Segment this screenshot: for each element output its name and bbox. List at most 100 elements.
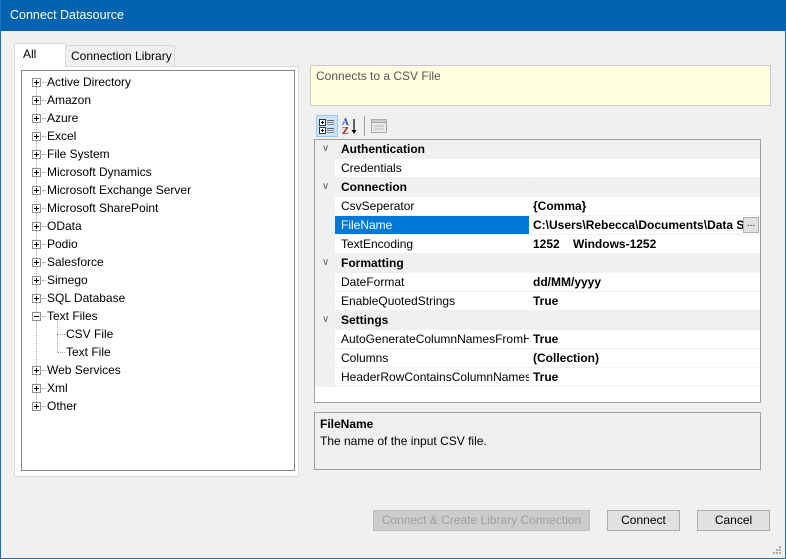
property-grid[interactable]: ∨ Authentication Credentials ∨ Connection Csv… <box>314 139 761 403</box>
sort-alphabetical-icon: A Z <box>341 118 357 137</box>
expand-icon[interactable] <box>32 402 41 411</box>
property-value-text: {Comma} <box>533 199 587 213</box>
tree-item[interactable]: Excel <box>22 127 292 145</box>
tree-connector <box>42 316 46 317</box>
expand-icon[interactable] <box>32 204 41 213</box>
property-pages-icon <box>371 119 387 133</box>
tab-all[interactable]: All <box>14 43 66 67</box>
expand-icon[interactable] <box>32 240 41 249</box>
property-value[interactable]: True <box>530 330 760 349</box>
tree-item[interactable]: Web Services <box>22 361 292 379</box>
expand-icon[interactable] <box>32 366 41 375</box>
property-category[interactable]: ∨ Settings <box>315 311 760 330</box>
property-row[interactable]: AutoGenerateColumnNamesFromHeader True <box>315 330 760 349</box>
property-value[interactable]: {Comma} <box>530 197 760 216</box>
svg-text:Z: Z <box>342 127 349 137</box>
property-pages-button[interactable] <box>368 115 390 137</box>
property-category[interactable]: ∨ Authentication <box>315 140 760 159</box>
property-row[interactable]: Columns (Collection) <box>315 349 760 368</box>
property-name[interactable]: CsvSeperator <box>315 197 529 216</box>
property-category[interactable]: ∨ Formatting <box>315 254 760 273</box>
tree-item[interactable]: Salesforce <box>22 253 292 271</box>
property-row[interactable]: Credentials <box>315 159 760 178</box>
chevron-down-icon[interactable]: ∨ <box>322 311 329 329</box>
expand-icon[interactable] <box>32 276 41 285</box>
tree-item-label: SQL Database <box>47 291 126 305</box>
tree-connector <box>57 352 65 353</box>
property-value[interactable]: (Collection) <box>530 349 760 368</box>
tree-connector <box>42 370 46 371</box>
property-name[interactable]: HeaderRowContainsColumnNames <box>315 368 529 387</box>
tree-item[interactable]: Text Files <box>22 307 292 325</box>
connect-datasource-dialog: Connect Datasource All Connection Librar… <box>0 0 786 559</box>
property-name[interactable]: EnableQuotedStrings <box>315 292 529 311</box>
property-value[interactable]: True <box>530 368 760 387</box>
tree-item[interactable]: SQL Database <box>22 289 292 307</box>
property-row[interactable]: DateFormat dd/MM/yyyy <box>315 273 760 292</box>
tree-item[interactable]: OData <box>22 217 292 235</box>
tree-child-item[interactable]: CSV File <box>22 325 292 343</box>
tree-item-label: Web Services <box>47 363 121 377</box>
property-help-panel: FileName The name of the input CSV file. <box>314 412 761 470</box>
tree-child-label: Text File <box>66 345 111 359</box>
property-value[interactable]: True <box>530 292 760 311</box>
property-gutter <box>315 159 335 178</box>
tree-item[interactable]: Podio <box>22 235 292 253</box>
property-value[interactable]: dd/MM/yyyy <box>530 273 760 292</box>
property-row[interactable]: TextEncoding 1252 Windows-1252 <box>315 235 760 254</box>
tree-item[interactable]: Active Directory <box>22 73 292 91</box>
datasource-tree[interactable]: Active Directory Amazon Azure Excel File Sys… <box>21 70 295 471</box>
expand-icon[interactable] <box>32 114 41 123</box>
tree-item[interactable]: Microsoft Exchange Server <box>22 181 292 199</box>
expand-icon[interactable] <box>32 384 41 393</box>
expand-icon[interactable] <box>32 168 41 177</box>
property-name[interactable]: TextEncoding <box>315 235 529 254</box>
property-value[interactable]: 1252 Windows-1252 <box>530 235 760 254</box>
tree-item[interactable]: Simego <box>22 271 292 289</box>
property-row[interactable]: FileName C:\Users\Rebecca\Documents\Data … <box>315 216 760 235</box>
property-row[interactable]: EnableQuotedStrings True <box>315 292 760 311</box>
tree-item[interactable]: Microsoft Dynamics <box>22 163 292 181</box>
browse-ellipsis-button[interactable]: ... <box>743 217 759 233</box>
property-name[interactable]: DateFormat <box>315 273 529 292</box>
expand-icon[interactable] <box>32 132 41 141</box>
property-value-text: dd/MM/yyyy <box>533 275 602 289</box>
alphabetical-sort-button[interactable]: A Z <box>340 115 362 137</box>
tree-item[interactable]: Azure <box>22 109 292 127</box>
tree-item[interactable]: Microsoft SharePoint <box>22 199 292 217</box>
expand-icon[interactable] <box>32 294 41 303</box>
property-category[interactable]: ∨ Connection <box>315 178 760 197</box>
expand-icon[interactable] <box>32 78 41 87</box>
resize-grip-icon[interactable] <box>772 545 782 555</box>
categorized-view-button[interactable] <box>316 115 338 137</box>
expand-icon[interactable] <box>32 222 41 231</box>
expand-icon[interactable] <box>32 96 41 105</box>
tree-child-item[interactable]: Text File <box>22 343 292 361</box>
tree-item-label: Microsoft Exchange Server <box>47 183 192 197</box>
property-value[interactable]: C:\Users\Rebecca\Documents\Data Sy... <box>530 216 760 235</box>
property-name[interactable]: AutoGenerateColumnNamesFromHeader <box>315 330 529 349</box>
tree-item[interactable]: Amazon <box>22 91 292 109</box>
tree-item[interactable]: Other <box>22 397 292 415</box>
property-value[interactable] <box>530 159 760 178</box>
chevron-down-icon[interactable]: ∨ <box>322 178 329 196</box>
connect-button[interactable]: Connect <box>607 510 680 531</box>
chevron-down-icon[interactable]: ∨ <box>322 254 329 272</box>
connect-create-library-button[interactable]: Connect & Create Library Connection <box>373 510 590 531</box>
cancel-button[interactable]: Cancel <box>697 510 770 531</box>
tree-connector <box>42 100 46 101</box>
tree-item[interactable]: Xml <box>22 379 292 397</box>
expand-icon[interactable] <box>32 150 41 159</box>
property-name[interactable]: FileName <box>315 216 529 235</box>
property-row[interactable]: CsvSeperator {Comma} <box>315 197 760 216</box>
chevron-down-icon[interactable]: ∨ <box>322 140 329 158</box>
tree-item[interactable]: File System <box>22 145 292 163</box>
collapse-icon[interactable] <box>32 312 41 321</box>
property-row[interactable]: HeaderRowContainsColumnNames True <box>315 368 760 387</box>
tab-connection-library[interactable]: Connection Library <box>65 45 175 66</box>
expand-icon[interactable] <box>32 186 41 195</box>
property-gutter <box>315 349 335 368</box>
property-name[interactable]: Credentials <box>315 159 529 178</box>
property-name[interactable]: Columns <box>315 349 529 368</box>
expand-icon[interactable] <box>32 258 41 267</box>
